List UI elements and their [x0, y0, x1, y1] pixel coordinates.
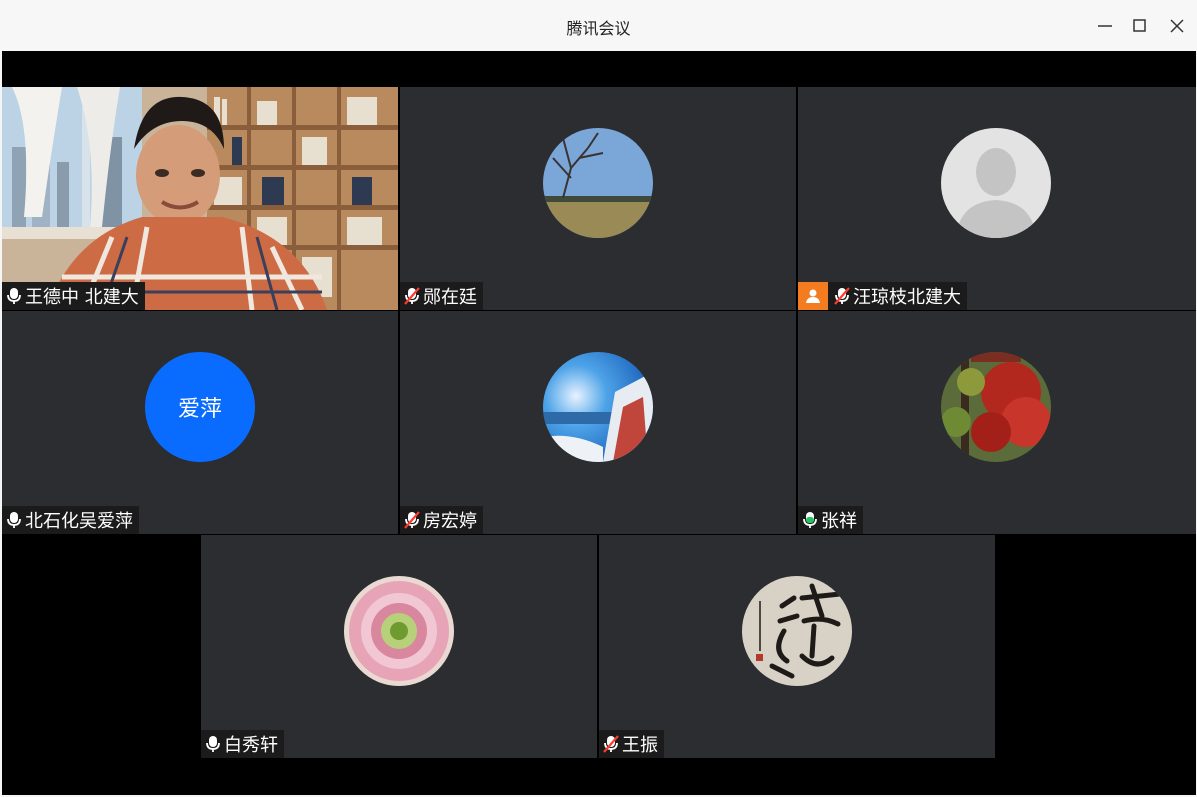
participant-nametag: 汪琼枝北建大: [798, 282, 967, 310]
window-title: 腾讯会议: [566, 19, 631, 38]
close-icon: [1170, 19, 1184, 33]
participant-nametag: 房宏婷: [400, 506, 483, 534]
winter-tree-photo: [543, 128, 653, 238]
participant-tile[interactable]: 白秀轩: [201, 535, 597, 758]
avatar: [543, 352, 653, 462]
mic-muted-icon: [402, 286, 422, 306]
participant-name: 张祥: [821, 511, 857, 532]
avatar: [941, 128, 1051, 238]
participant-tile[interactable]: 张祥: [798, 311, 1196, 534]
video-grid: 王德中 北建大 郧在廷 汪琼枝北建大 爱萍 北石化吴爱萍 房宏婷 张祥 白秀轩 …: [2, 51, 1196, 795]
minimize-icon: [1098, 25, 1112, 27]
mic-on-icon: [4, 510, 24, 530]
participant-name: 王振: [622, 735, 658, 756]
participant-name: 郧在廷: [423, 287, 477, 308]
participant-nametag: 白秀轩: [201, 730, 284, 758]
maximize-icon: [1133, 19, 1146, 32]
mic-muted-icon: [402, 510, 422, 530]
mic-speaking-icon: [800, 510, 820, 530]
avatar: [742, 576, 852, 686]
participant-nametag: 王振: [599, 730, 664, 758]
calligraphy-photo: [742, 576, 852, 686]
avatar: [344, 576, 454, 686]
mic-muted-icon: [601, 734, 621, 754]
mic-on-icon: [4, 286, 24, 306]
maximize-button[interactable]: [1123, 10, 1157, 42]
participant-nametag: 郧在廷: [400, 282, 483, 310]
participant-name: 王德中 北建大: [25, 287, 139, 308]
chrysanthemum-photo: [344, 576, 454, 686]
participant-nametag: 王德中 北建大: [2, 282, 145, 310]
participant-tile[interactable]: 郧在廷: [400, 87, 796, 310]
participant-nametag: 北石化吴爱萍: [2, 506, 139, 534]
participant-tile[interactable]: 王振: [599, 535, 995, 758]
participant-tile[interactable]: 房宏婷: [400, 311, 796, 534]
participant-tile[interactable]: 汪琼枝北建大: [798, 87, 1196, 310]
snow-coast-photo: [543, 352, 653, 462]
red-maple-photo: [941, 352, 1051, 462]
participant-tile[interactable]: 王德中 北建大: [2, 87, 398, 310]
participant-name: 汪琼枝北建大: [853, 287, 961, 308]
participant-name: 北石化吴爱萍: [25, 511, 133, 532]
avatar: [941, 352, 1051, 462]
mic-on-icon: [203, 734, 223, 754]
minimize-button[interactable]: [1088, 10, 1122, 42]
participant-nametag: 张祥: [798, 506, 863, 534]
initials-avatar: 爱萍: [145, 352, 255, 462]
participant-name: 房宏婷: [423, 511, 477, 532]
participant-name: 白秀轩: [224, 735, 278, 756]
video-feed: [2, 87, 398, 310]
host-icon: [798, 282, 828, 310]
avatar: [543, 128, 653, 238]
mic-muted-icon: [832, 286, 852, 306]
default-person-icon: [941, 128, 1051, 238]
close-button[interactable]: [1160, 10, 1194, 42]
title-bar: 腾讯会议: [0, 0, 1197, 51]
participant-tile[interactable]: 爱萍 北石化吴爱萍: [2, 311, 398, 534]
